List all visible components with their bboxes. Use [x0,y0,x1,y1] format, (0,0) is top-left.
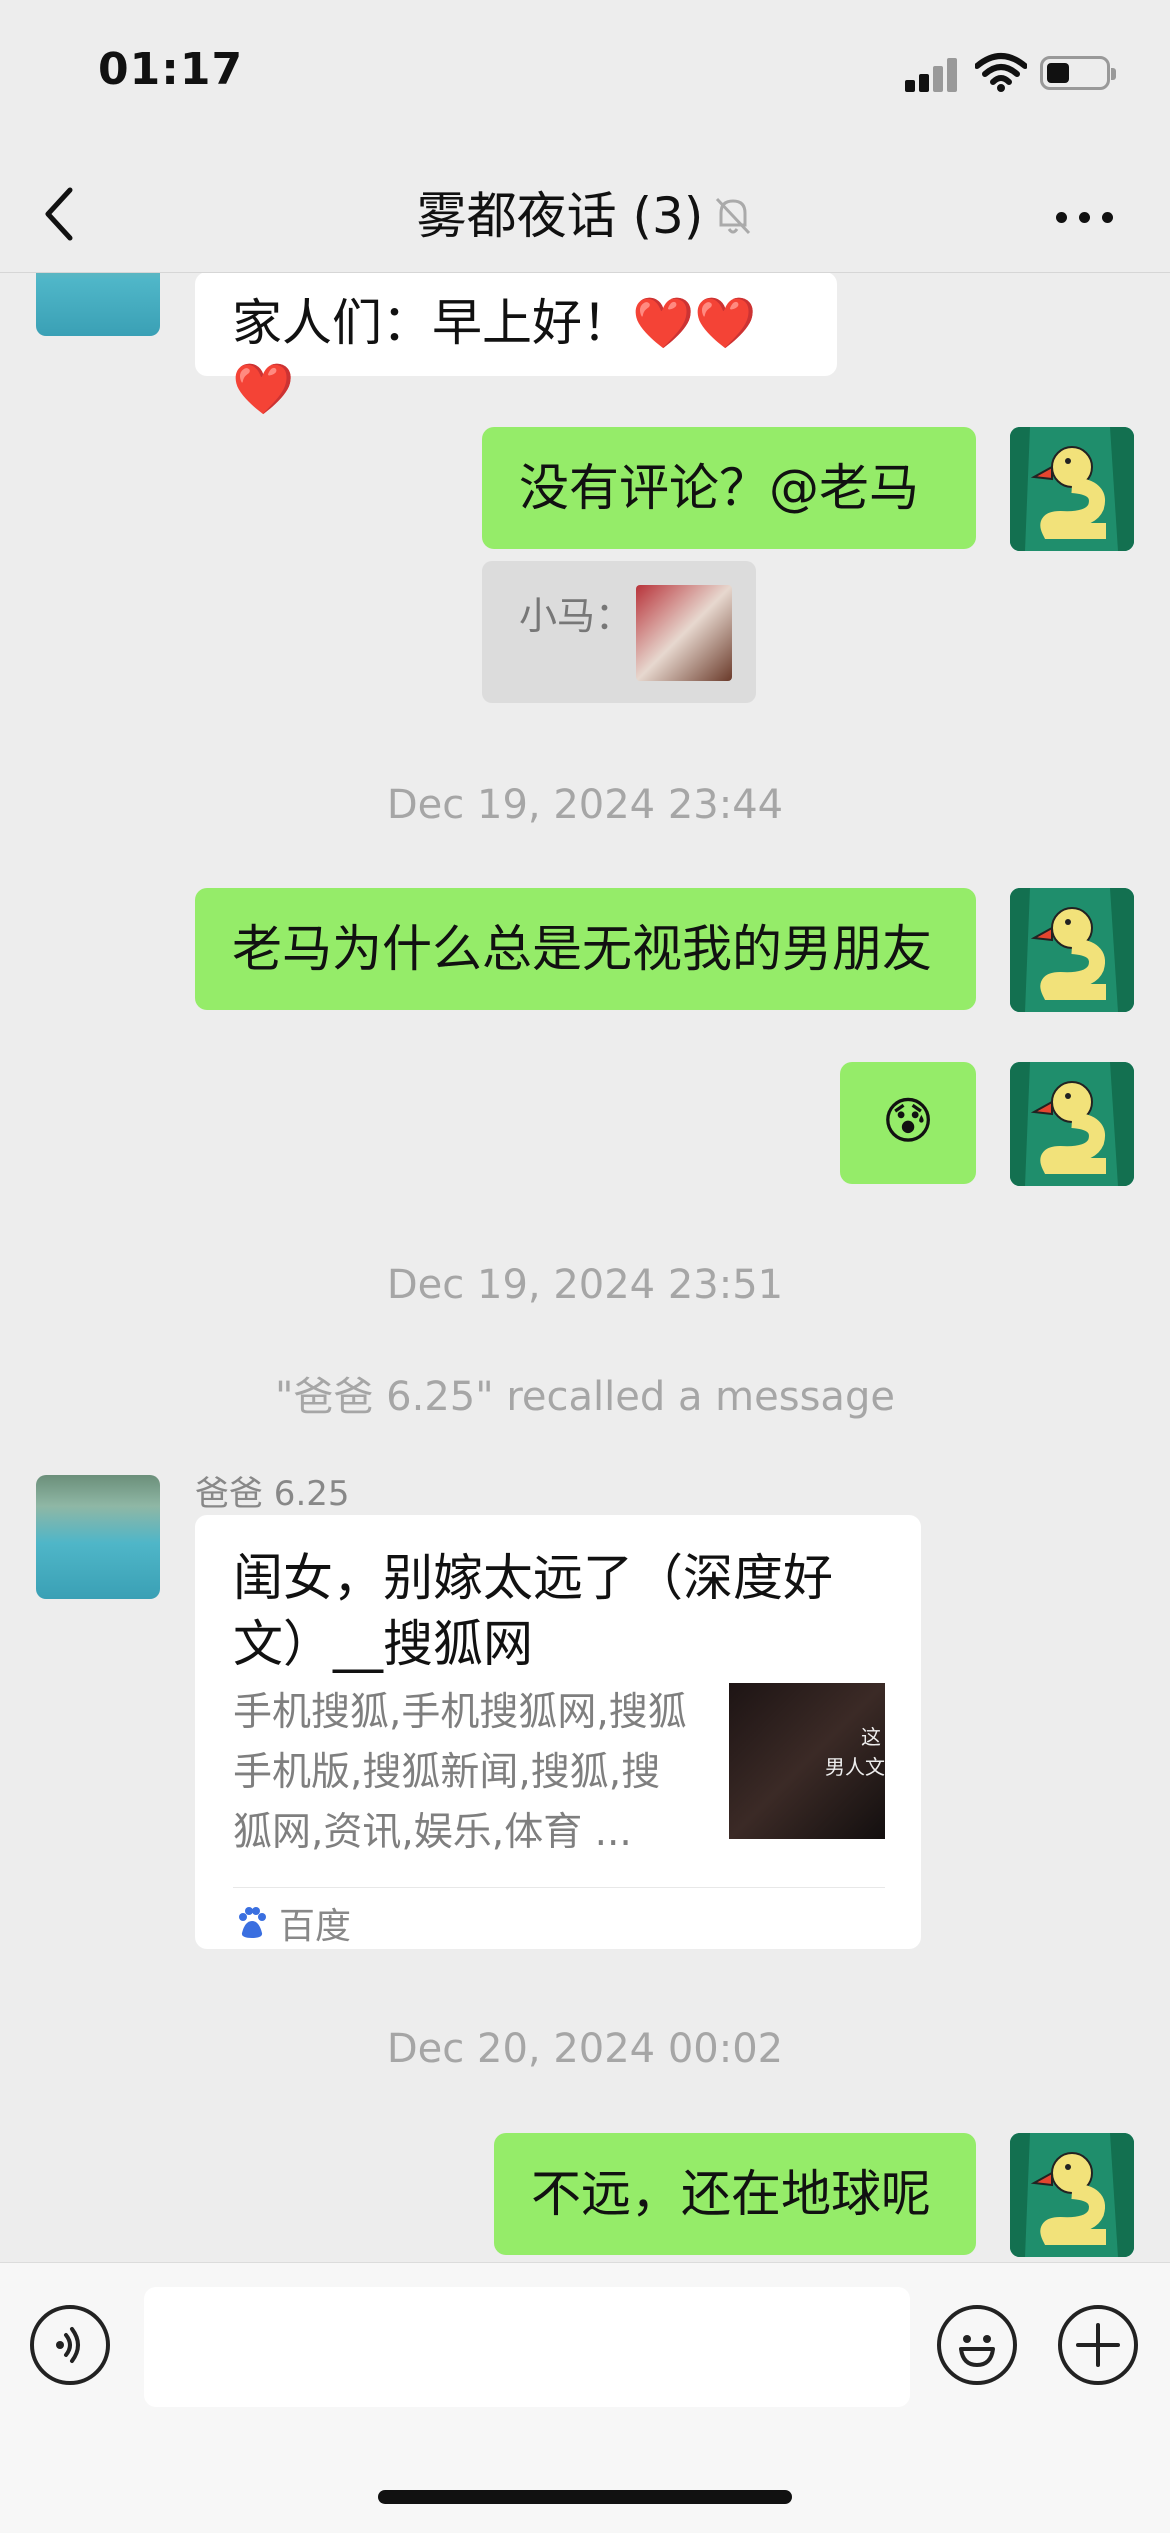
home-indicator [378,2490,792,2504]
link-card-source-label: 百度 [279,1906,352,1947]
link-card[interactable]: 闺女，别嫁太远了（深度好文）__搜狐网 手机搜狐,手机搜狐网,搜狐手机版,搜狐新… [195,1515,921,1949]
message-text: 家人们：早上好！❤️❤️❤️ [232,294,757,418]
thumb-text: 这 [861,1725,881,1749]
plus-icon [1076,2323,1120,2367]
message-bubble-outgoing[interactable]: 不远，还在地球呢 [494,2133,976,2255]
timestamp: Dec 19, 2024 23:51 [386,1262,784,1308]
duck-avatar-art [1010,2133,1134,2257]
chat-title-text: 雾都夜话 (3) [416,187,704,245]
avatar-self[interactable] [1010,427,1134,551]
quoted-reply-label: 小马： [519,594,634,638]
avatar-self[interactable] [1010,2133,1134,2257]
voice-button[interactable] [30,2305,110,2385]
duck-avatar-art [1010,427,1134,551]
timestamp: Dec 19, 2024 23:44 [386,782,784,828]
avatar-self[interactable] [1010,888,1134,1012]
link-card-source: 百度 [237,1897,351,1958]
link-card-title: 闺女，别嫁太远了（深度好文）__搜狐网 [233,1549,833,1673]
avatar-member-lake[interactable] [36,1475,160,1599]
nav-bar: 雾都夜话 (3) [0,160,1170,273]
emoji-sticker: 😰 [881,1092,935,1150]
message-text: 没有评论？@老马 [519,459,919,517]
divider [233,1887,885,1888]
signal-icon [905,56,959,92]
status-time: 01:17 [98,44,244,95]
mute-bell-icon [713,184,753,256]
message-input[interactable] [144,2287,910,2407]
link-card-thumbnail: 这 男人文 [729,1683,885,1839]
voice-icon [56,2327,80,2363]
quoted-reply[interactable]: 小马： [482,561,756,703]
emoji-icon [959,2335,995,2367]
duck-avatar-art [1010,888,1134,1012]
recall-notice: "爸爸 6.25" recalled a message [275,1374,895,1420]
message-text: 老马为什么总是无视我的男朋友 [232,920,932,978]
plus-button[interactable] [1058,2305,1138,2385]
battery-icon [1040,56,1116,90]
message-text: 不远，还在地球呢 [531,2165,931,2223]
wifi-icon [974,52,1028,92]
sender-name: 爸爸 6.25 [195,1474,350,1514]
message-bubble-outgoing[interactable]: 没有评论？@老马 [482,427,976,549]
chat-title: 雾都夜话 (3) [0,180,1170,256]
emoji-button[interactable] [937,2305,1017,2385]
message-bubble-outgoing[interactable]: 😰 [840,1062,976,1184]
duck-avatar-art [1010,1062,1134,1186]
more-button[interactable] [1050,192,1120,242]
thumb-text: 男人文 [825,1755,885,1779]
message-bubble-outgoing[interactable]: 老马为什么总是无视我的男朋友 [195,888,976,1010]
baidu-paw-icon [237,1898,267,1958]
timestamp: Dec 20, 2024 00:02 [386,2026,784,2072]
link-card-description: 手机搜狐,手机搜狐网,搜狐手机版,搜狐新闻,搜狐,搜狐网,资讯,娱乐,体育 ..… [233,1690,687,1855]
avatar-self[interactable] [1010,1062,1134,1186]
quoted-photo-thumbnail[interactable] [636,585,732,681]
message-bubble-incoming[interactable]: 家人们：早上好！❤️❤️❤️ [195,272,837,418]
